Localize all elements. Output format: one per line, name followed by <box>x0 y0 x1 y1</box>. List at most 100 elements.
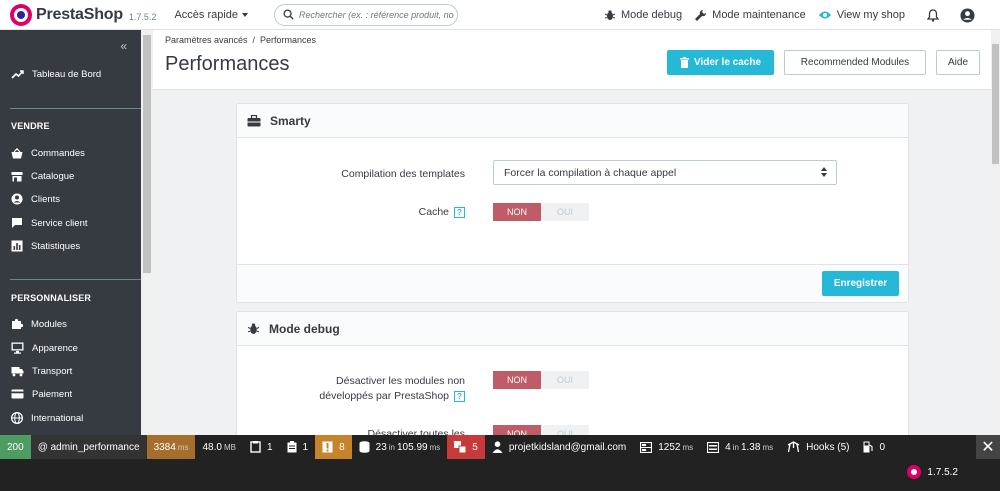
hook-icon <box>787 441 800 453</box>
basket-icon <box>11 147 23 158</box>
disable-modules-label-line2: développés par PrestaShop <box>319 390 449 402</box>
view-shop-link[interactable]: View my shop <box>818 9 905 21</box>
user-badge[interactable]: projetkidsland@gmail.com <box>485 435 633 459</box>
notifications-button[interactable] <box>927 8 944 22</box>
translate-icon <box>454 441 467 453</box>
queries-unit: ms <box>429 442 441 452</box>
disable-modules-label: Désactiver les modules non développés pa… <box>237 374 465 404</box>
sidebar-item-payment[interactable]: Paiement <box>0 383 141 405</box>
hooks-badge[interactable]: Hooks (5) <box>780 435 856 459</box>
cache-count: 0 <box>879 441 886 453</box>
recommended-modules-label: Recommended Modules <box>800 57 910 68</box>
database-icon <box>359 441 370 453</box>
sidebar-divider <box>10 108 141 109</box>
render-time-value: 1252 <box>658 441 681 453</box>
disable-modules-toggle[interactable]: NON OUI <box>493 371 589 389</box>
wrench-icon <box>695 9 707 21</box>
sidebar-item-appearance[interactable]: Apparence <box>0 337 141 359</box>
forms-badge[interactable]: 1 <box>280 435 316 459</box>
server-icon <box>640 441 653 453</box>
prestashop-logo-icon <box>907 465 922 479</box>
search-box[interactable] <box>274 3 459 26</box>
fuel-icon <box>863 441 874 453</box>
sidebar-item-label: Clients <box>31 193 61 205</box>
refresh-file-icon <box>250 441 261 453</box>
sidebar-divider <box>10 279 141 280</box>
route-badge[interactable]: @ admin_performance <box>30 435 147 459</box>
user-email: projetkidsland@gmail.com <box>508 441 627 453</box>
close-debug-toolbar-button[interactable]: ✕ <box>976 435 1000 459</box>
forms-count: 1 <box>302 441 309 453</box>
sidebar-item-catalog[interactable]: Catalogue <box>0 165 141 187</box>
sidebar-scrollbar-thumb[interactable] <box>143 35 151 273</box>
http-status-badge[interactable]: 200 <box>0 435 31 459</box>
bug-icon <box>604 10 616 20</box>
user-icon <box>492 441 503 453</box>
main-scrollbar-thumb[interactable] <box>992 44 999 164</box>
sidebar: « Tableau de Bord VENDRE Commandes Catal… <box>0 30 141 435</box>
sidebar-scrollbar[interactable] <box>141 30 153 435</box>
brand-version: 1.7.5.2 <box>128 11 157 22</box>
cache-toggle-no[interactable]: NON <box>493 203 541 221</box>
recommended-modules-button[interactable]: Recommended Modules <box>784 50 926 75</box>
collapse-sidebar-button[interactable]: « <box>120 39 127 53</box>
smarty-card: Smarty Compilation des templates Forcer … <box>236 103 909 303</box>
sidebar-item-dashboard[interactable]: Tableau de Bord <box>0 63 141 85</box>
save-button[interactable]: Enregistrer <box>822 271 899 296</box>
sidebar-item-international[interactable]: International <box>0 407 141 429</box>
sidebar-section-sell: VENDRE <box>11 121 50 131</box>
modules-count: 4 <box>725 441 731 453</box>
maintenance-mode-link[interactable]: Mode maintenance <box>694 9 806 22</box>
chat-bubble-icon <box>12 218 22 228</box>
debug-mode-link[interactable]: Mode debug <box>604 9 682 21</box>
sidebar-item-modules[interactable]: Modules <box>0 313 141 335</box>
help-label: Aide <box>947 57 968 68</box>
modules-badge[interactable]: 4 in 1.38 ms <box>700 435 780 459</box>
briefcase-icon <box>247 114 261 126</box>
disable-modules-toggle-yes[interactable]: OUI <box>541 371 589 389</box>
sidebar-item-label: Apparence <box>32 342 78 354</box>
prestashop-logo-icon <box>10 3 32 26</box>
disable-all-toggle[interactable]: NON OUI <box>493 425 589 435</box>
load-time-badge[interactable]: 3384 ms <box>146 435 196 459</box>
queries-badge[interactable]: 23 in 105.99 ms <box>352 435 448 459</box>
modules-time: 1.38 <box>740 441 761 453</box>
help-icon[interactable]: ? <box>454 390 465 402</box>
bell-icon <box>927 8 939 22</box>
disable-all-toggle-yes[interactable]: OUI <box>541 425 589 435</box>
sidebar-item-stats[interactable]: Statistiques <box>0 235 141 257</box>
memory-unit: MB <box>223 442 236 452</box>
disable-modules-toggle-no[interactable]: NON <box>493 371 541 389</box>
search-input[interactable] <box>299 9 455 20</box>
cache-toggle-yes[interactable]: OUI <box>541 203 589 221</box>
sidebar-item-customers[interactable]: Clients <box>0 188 141 210</box>
help-icon[interactable]: ? <box>454 206 465 218</box>
files-badge[interactable]: 1 <box>243 435 280 459</box>
sidebar-item-customer-service[interactable]: Service client <box>0 212 141 234</box>
load-time-unit: ms <box>177 442 189 452</box>
errors-badge[interactable]: 5 <box>447 435 485 459</box>
debug-mode-label: Mode debug <box>620 9 683 21</box>
sidebar-item-shipping[interactable]: Transport <box>0 360 141 382</box>
quick-access-dropdown[interactable]: Accès rapide <box>174 9 249 21</box>
sidebar-item-orders[interactable]: Commandes <box>0 142 141 164</box>
render-time-badge[interactable]: 1252 ms <box>633 435 700 459</box>
sidebar-item-label: Tableau de Bord <box>32 68 102 80</box>
cache-badge[interactable]: 0 <box>856 435 892 459</box>
clear-cache-button[interactable]: Vider le cache <box>667 50 774 75</box>
page-title: Performances <box>165 53 290 75</box>
disable-all-toggle-no[interactable]: NON <box>493 425 541 435</box>
sidebar-item-label: Commandes <box>31 147 85 159</box>
disable-modules-label-line1: Désactiver les modules non <box>336 375 465 387</box>
warnings-badge[interactable]: 8 <box>315 435 352 459</box>
memory-badge[interactable]: 48.0 MB <box>195 435 242 459</box>
main-scrollbar[interactable] <box>991 30 1000 435</box>
compile-templates-select[interactable]: Forcer la compilation à chaque appel <box>493 160 837 185</box>
account-button[interactable] <box>960 7 980 23</box>
breadcrumb[interactable]: Paramètres avancés / Performances <box>165 35 316 45</box>
prestashop-version-badge[interactable]: 1.7.5.2 <box>907 465 958 479</box>
cache-label-text: Cache <box>418 206 449 218</box>
cache-toggle[interactable]: NON OUI <box>493 203 589 221</box>
prestashop-logo[interactable]: PrestaShop 1.7.5.2 <box>10 3 157 26</box>
help-button[interactable]: Aide <box>936 50 980 75</box>
